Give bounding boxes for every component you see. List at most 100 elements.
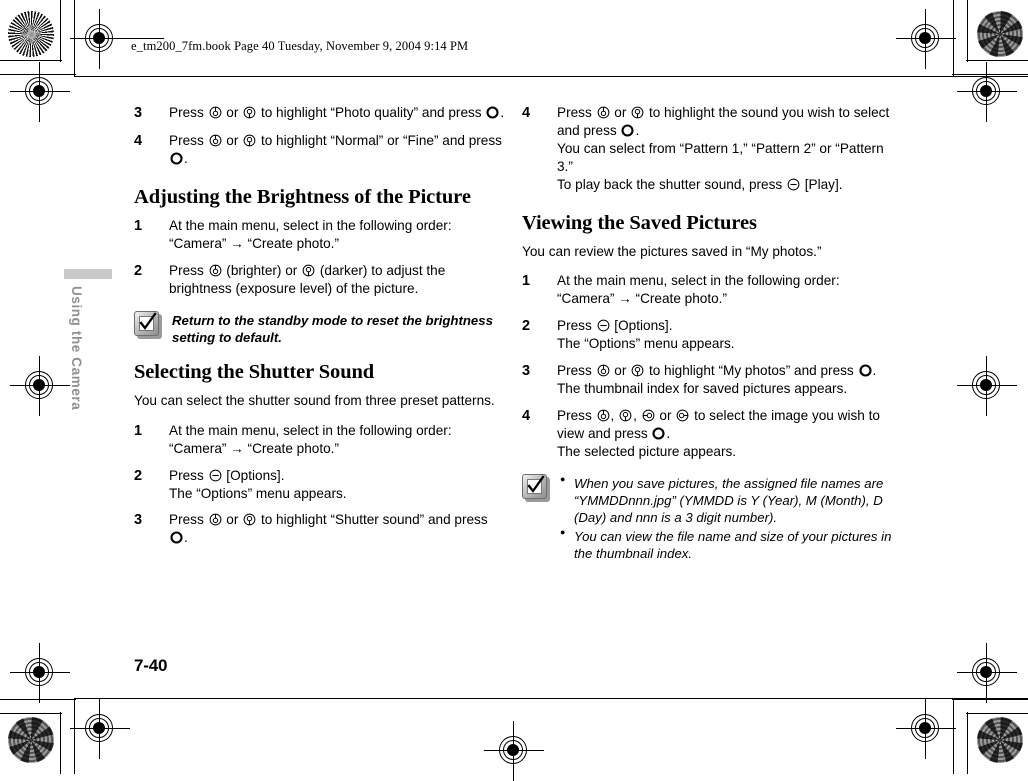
footer-separator <box>74 698 1028 700</box>
down-key-icon <box>631 364 644 377</box>
up-key-icon <box>209 513 222 526</box>
crop-line <box>966 60 1028 62</box>
down-key-icon <box>302 264 315 277</box>
step-main: Press [Options]. <box>557 318 673 334</box>
step-item: 2 Press [Options]. The “Options” menu ap… <box>522 317 894 353</box>
step-number: 3 <box>134 105 143 121</box>
registration-mark <box>484 721 544 781</box>
note-list-item: When you save pictures, the assigned fil… <box>560 474 894 526</box>
note-text: Return to the standby mode to reset the … <box>172 312 493 345</box>
chapter-tab-band <box>64 269 112 279</box>
crop-line <box>0 60 62 62</box>
step-subtext: The “Options” menu appears. <box>557 336 735 352</box>
left-column: 3 Press or to highlight “Photo quality” … <box>134 104 506 556</box>
note-list-item: You can view the file name and size of y… <box>560 527 894 562</box>
step-item: 3 Press or to highlight “Photo quality” … <box>134 104 506 123</box>
left-key-icon <box>642 409 655 422</box>
center-select-key-icon <box>652 427 666 440</box>
crop-line <box>0 713 62 715</box>
note-text: When you save pictures, the assigned fil… <box>560 474 894 565</box>
step-item: 4 Press , , or to select the image you w… <box>522 407 894 461</box>
crop-line <box>952 74 1028 76</box>
registration-mark <box>896 9 956 69</box>
step-text: Press or to highlight “Photo quality” an… <box>169 105 505 120</box>
step-text: Press [Options]. The “Options” menu appe… <box>557 317 894 353</box>
up-key-icon <box>597 106 610 119</box>
section-heading-brightness: Adjusting the Brightness of the Picture <box>134 186 471 208</box>
right-key-icon <box>676 409 689 422</box>
registration-mark <box>10 356 70 416</box>
step-subtext: The thumbnail index for saved pictures a… <box>557 381 848 397</box>
registration-mark <box>10 62 70 122</box>
step-item: 4 Press or to highlight the sound you wi… <box>522 104 894 194</box>
step-number: 1 <box>134 217 143 234</box>
crop-line <box>953 0 955 76</box>
step-item: 3 Press or to highlight “Shutter sound” … <box>134 511 506 547</box>
registration-mark <box>957 643 1017 703</box>
center-select-key-icon <box>170 152 183 165</box>
step-number: 3 <box>134 512 143 529</box>
crop-line <box>953 698 955 774</box>
section-intro-shutter: You can select the shutter sound from th… <box>134 393 495 409</box>
registration-mark <box>10 643 70 703</box>
crop-line <box>74 698 76 774</box>
step-number: 4 <box>134 133 143 150</box>
step-text: Press or to highlight “Normal” or “Fine”… <box>169 133 502 167</box>
right-column: 4 Press or to highlight the sound you wi… <box>522 104 894 578</box>
note-checkmark-icon <box>134 310 162 339</box>
left-softkey-icon <box>597 319 610 332</box>
center-select-key-icon <box>858 364 872 377</box>
step-item: 4 Press or to highlight “Normal” or “Fin… <box>134 132 506 168</box>
page-number: 7-40 <box>134 656 168 675</box>
crop-line <box>967 712 969 774</box>
step-subtext: To play back the shutter sound, press [P… <box>557 176 843 192</box>
step-text: At the main menu, select in the followin… <box>557 273 840 307</box>
step-number: 3 <box>522 363 531 380</box>
step-number: 2 <box>134 467 143 484</box>
crop-line <box>60 0 62 62</box>
step-text: Press (brighter) or (darker) to adjust t… <box>169 262 446 296</box>
step-item: 2 Press (brighter) or (darker) to adjust… <box>134 262 506 298</box>
crop-line <box>0 699 76 701</box>
print-resolution-target <box>8 11 54 57</box>
step-subtext: The “Options” menu appears. <box>169 485 347 501</box>
step-number: 4 <box>522 407 531 424</box>
up-key-icon <box>597 409 610 422</box>
book-header-text: e_tm200_7fm.book Page 40 Tuesday, Novemb… <box>131 39 469 53</box>
center-select-key-icon <box>621 124 635 137</box>
center-select-key-icon <box>486 106 499 119</box>
step-text: Press or to highlight “My photos” and pr… <box>557 362 894 398</box>
step-main: Press or to highlight “My photos” and pr… <box>557 363 877 379</box>
print-resolution-target <box>8 717 54 763</box>
up-key-icon <box>209 106 222 119</box>
section-heading-shutter: Selecting the Shutter Sound <box>134 361 375 384</box>
step-number: 4 <box>522 105 531 121</box>
step-item: 1 At the main menu, select in the follow… <box>522 272 894 308</box>
registration-mark <box>957 356 1017 416</box>
step-main: Press [Options]. <box>169 467 285 483</box>
registration-mark <box>70 699 130 759</box>
step-text: Press or to highlight “Shutter sound” an… <box>169 512 488 546</box>
chapter-tab-label: Using the Camera <box>69 286 84 411</box>
note-checkmark-icon <box>522 473 550 502</box>
center-select-key-icon <box>170 531 183 544</box>
down-key-icon <box>631 106 644 119</box>
crop-line <box>0 74 76 76</box>
step-item: 1 At the main menu, select in the follow… <box>134 217 506 253</box>
step-main: Press , , or to select the image you wis… <box>557 407 880 441</box>
registration-mark <box>896 699 956 759</box>
up-key-icon <box>209 134 222 147</box>
note-box: When you save pictures, the assigned fil… <box>522 474 894 565</box>
note-list: When you save pictures, the assigned fil… <box>560 474 894 563</box>
step-item: 3 Press or to highlight “My photos” and … <box>522 362 894 398</box>
print-resolution-target <box>977 717 1023 763</box>
down-key-icon <box>619 409 632 422</box>
left-softkey-icon <box>787 178 800 191</box>
step-text: Press or to highlight the sound you wish… <box>557 104 894 194</box>
section-intro-viewing: You can review the pictures saved in “My… <box>522 243 822 259</box>
step-number: 1 <box>134 422 143 439</box>
crop-line <box>74 0 76 76</box>
header-separator <box>74 76 1028 78</box>
crop-line <box>60 712 62 774</box>
down-key-icon <box>243 134 256 147</box>
